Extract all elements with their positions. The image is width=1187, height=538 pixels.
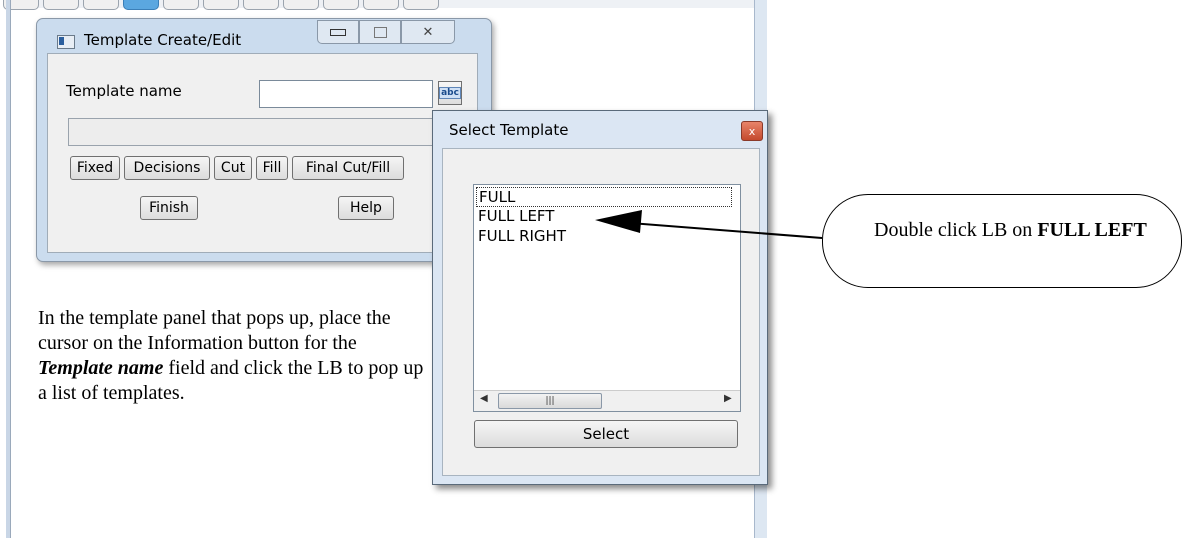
callout-prefix: Double click LB on xyxy=(874,219,1038,241)
callout-text: Double click LB on FULL LEFT xyxy=(874,218,1174,242)
instruction-text-part1: In the template panel that pops up, plac… xyxy=(38,307,391,354)
toolbar-tab[interactable] xyxy=(363,0,399,10)
decisions-button[interactable]: Decisions xyxy=(124,156,210,180)
window-controls: ✕ xyxy=(317,20,455,44)
list-item[interactable]: FULL LEFT xyxy=(478,207,554,225)
scroll-right-icon[interactable]: ▶ xyxy=(724,393,732,404)
window-body: Template name abc Fixed Decisions Cut Fi… xyxy=(47,53,478,253)
toolbar-tab[interactable] xyxy=(283,0,319,10)
select-template-dialog: Select Template x FULL FULL LEFT FULL RI… xyxy=(432,110,768,485)
help-button[interactable]: Help xyxy=(338,196,394,220)
toolbar-tab[interactable] xyxy=(203,0,239,10)
window-title: Template Create/Edit xyxy=(84,31,242,49)
template-name-input[interactable] xyxy=(259,80,433,108)
maximize-button[interactable] xyxy=(359,20,401,44)
app-frame-left xyxy=(6,0,11,538)
close-icon: x xyxy=(748,124,756,138)
final-cut-fill-button[interactable]: Final Cut/Fill xyxy=(292,156,404,180)
close-button[interactable]: ✕ xyxy=(401,20,455,44)
horizontal-scrollbar[interactable]: ◀ ||| ▶ xyxy=(474,390,740,411)
fill-button[interactable]: Fill xyxy=(256,156,288,180)
list-item[interactable]: FULL RIGHT xyxy=(478,227,566,245)
scroll-left-icon[interactable]: ◀ xyxy=(480,393,488,404)
dialog-title: Select Template xyxy=(449,121,569,139)
window-icon xyxy=(57,35,75,49)
grip-icon: ||| xyxy=(545,396,555,406)
select-button[interactable]: Select xyxy=(474,420,738,448)
finish-button[interactable]: Finish xyxy=(140,196,198,220)
toolbar-tab[interactable] xyxy=(403,0,439,10)
maximize-icon xyxy=(373,26,387,38)
close-icon: ✕ xyxy=(422,24,434,40)
toolbar-tab[interactable] xyxy=(243,0,279,10)
toolbar-tab[interactable] xyxy=(43,0,79,10)
template-name-label: Template name xyxy=(66,82,182,100)
list-item[interactable]: FULL xyxy=(476,187,732,207)
dialog-body: FULL FULL LEFT FULL RIGHT ◀ ||| ▶ Select xyxy=(442,148,760,476)
minimize-button[interactable] xyxy=(317,20,359,44)
toolbar-tab[interactable] xyxy=(163,0,199,10)
cut-button[interactable]: Cut xyxy=(214,156,252,180)
template-create-edit-window: Template Create/Edit ✕ Template name abc… xyxy=(36,18,492,262)
message-bar xyxy=(68,118,470,146)
toolbar-tab-active[interactable] xyxy=(123,0,159,10)
instruction-emphasis: Template name xyxy=(38,357,164,379)
dialog-close-button[interactable]: x xyxy=(741,121,763,141)
information-button[interactable]: abc xyxy=(438,81,462,105)
toolbar-tab[interactable] xyxy=(323,0,359,10)
callout-bold: FULL LEFT xyxy=(1037,219,1147,241)
toolbar-tab[interactable] xyxy=(83,0,119,10)
template-list[interactable]: FULL FULL LEFT FULL RIGHT ◀ ||| ▶ xyxy=(473,184,741,412)
fixed-button[interactable]: Fixed xyxy=(70,156,120,180)
scrollbar-thumb[interactable]: ||| xyxy=(498,393,602,409)
abc-icon: abc xyxy=(439,87,461,99)
minimize-icon xyxy=(330,28,346,36)
instruction-paragraph: In the template panel that pops up, plac… xyxy=(38,306,428,406)
